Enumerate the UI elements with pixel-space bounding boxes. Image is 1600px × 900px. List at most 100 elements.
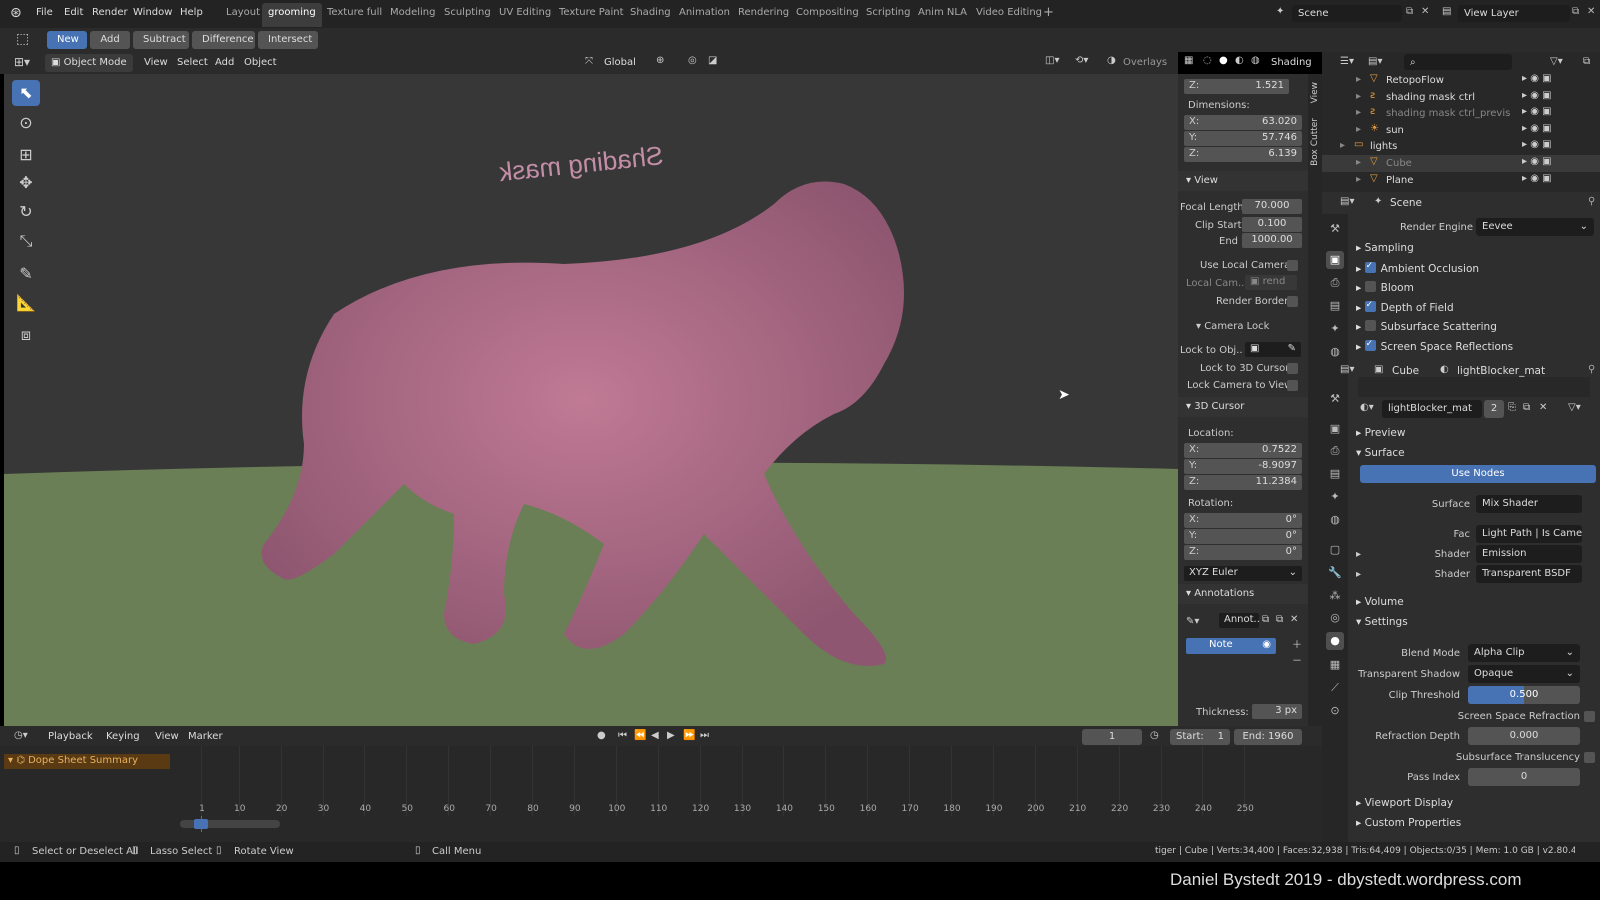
jump-start-icon[interactable]: ⏮ <box>618 730 627 741</box>
3d-viewport[interactable]: Shading mask <box>4 74 1178 726</box>
world-props-tab-icon[interactable]: ◍ <box>1326 343 1344 361</box>
cursor-rotation-y[interactable]: Y: 0° <box>1184 529 1302 544</box>
render-section[interactable]: ▸ Sampling <box>1356 242 1414 254</box>
focal-length-field[interactable]: 70.000 <box>1242 199 1302 214</box>
blend-mode-dropdown[interactable]: Alpha Clip ⌄ <box>1468 644 1580 662</box>
prev-keyframe-icon[interactable]: ⏪ <box>634 730 646 741</box>
section-enable-checkbox[interactable] <box>1364 320 1376 332</box>
outliner-row[interactable]: ▸ ƨ shading mask ctrl ▸ ◉ ▣ <box>1322 89 1600 106</box>
xray-icon[interactable]: ▦ <box>1184 55 1193 66</box>
boolean-add-button[interactable]: Add <box>90 31 130 49</box>
visibility-icon[interactable]: ◫▾ <box>1045 55 1059 66</box>
render-section[interactable]: ▸ Subsurface Scattering <box>1356 320 1497 333</box>
output-props-tab-icon[interactable]: ⎙ <box>1326 274 1344 292</box>
view-layer-field[interactable]: View Layer <box>1458 5 1570 22</box>
outliner-row[interactable]: ▸ ƨ shading mask ctrl_previs ▸ ◉ ▣ <box>1322 105 1600 122</box>
shader2-chevron-icon[interactable]: ▸ <box>1356 569 1361 580</box>
expand-chevron-icon[interactable]: ▸ <box>1356 91 1361 102</box>
delete-view-layer-icon[interactable]: ✕ <box>1587 6 1595 17</box>
tab-uv-editing[interactable]: UV Editing <box>499 7 551 18</box>
dimension-x-field[interactable]: X: 63.020 <box>1184 115 1302 130</box>
fake-user-icon[interactable]: ⎘ <box>1508 402 1516 413</box>
gizmo-icon[interactable]: ⟲▾ <box>1075 55 1088 66</box>
menu-keying[interactable]: Keying <box>106 731 140 742</box>
tab-texture-paint[interactable]: Texture Paint <box>559 7 624 18</box>
material-tab-icon[interactable]: ● <box>1326 632 1344 650</box>
note-layer-row[interactable]: Note ◉ <box>1186 638 1276 654</box>
outliner-row[interactable]: ▸ ☀ sun ▸ ◉ ▣ <box>1322 122 1600 139</box>
active-tool-icon[interactable]: ⬚ <box>16 31 29 47</box>
volume-section[interactable]: ▸ Volume <box>1356 596 1404 608</box>
expand-chevron-icon[interactable]: ▸ <box>1356 74 1361 85</box>
boolean-subtract-button[interactable]: Subtract <box>133 31 189 49</box>
material-pin-icon[interactable]: ⚲ <box>1588 364 1595 375</box>
boolean-intersect-button[interactable]: Intersect <box>258 31 318 49</box>
annotation-new-icon[interactable]: ⧉ <box>1262 614 1269 625</box>
tab-compositing[interactable]: Compositing <box>796 7 859 18</box>
menu-playback[interactable]: Playback <box>48 731 93 742</box>
data-tab-icon[interactable]: ⟋ <box>1326 679 1344 697</box>
shader1-field[interactable]: Emission <box>1476 545 1582 563</box>
physics-tab-icon[interactable]: ◎ <box>1326 609 1344 627</box>
render-engine-dropdown[interactable]: Eevee ⌄ <box>1476 218 1594 236</box>
3d-cursor-section-header[interactable]: ▾ 3D Cursor <box>1178 397 1308 417</box>
render-border-checkbox[interactable] <box>1287 296 1298 307</box>
tool-tab-2-icon[interactable]: ⚒ <box>1326 390 1344 408</box>
eyedropper-icon[interactable]: ✎ <box>1288 343 1296 354</box>
menu-view[interactable]: View <box>144 57 168 68</box>
scene-field[interactable]: Scene <box>1292 5 1402 22</box>
view-section-header[interactable]: ▾ View <box>1178 171 1308 191</box>
rendered-shading-icon[interactable]: ◍ <box>1251 55 1260 66</box>
dimension-y-field[interactable]: Y: 57.746 <box>1184 131 1302 146</box>
annotate-tool-icon[interactable]: ✎ <box>12 261 40 287</box>
object-tab-icon[interactable]: ▢ <box>1326 541 1344 559</box>
frame-start-field[interactable]: Start: 1 <box>1170 729 1230 745</box>
surface-shader-field[interactable]: Mix Shader <box>1476 495 1582 513</box>
restriction-toggles-icon[interactable]: ▸ ◉ ▣ <box>1522 123 1552 134</box>
transform-tool-icon[interactable]: ⊞ <box>12 142 40 168</box>
restriction-toggles-icon[interactable]: ▸ ◉ ▣ <box>1522 106 1552 117</box>
shader2-field[interactable]: Transparent BSDF <box>1476 565 1582 583</box>
tab-texture-full[interactable]: Texture full <box>327 7 382 18</box>
render-props-tab-icon[interactable]: ▣ <box>1326 251 1344 269</box>
clip-end-field[interactable]: 1000.00 <box>1242 233 1302 248</box>
move-tool-icon[interactable]: ✥ <box>12 170 40 196</box>
lock-camera-to-view-checkbox[interactable] <box>1287 380 1298 391</box>
cursor-location-y[interactable]: Y: -8.9097 <box>1184 459 1302 474</box>
restriction-toggles-icon[interactable]: ▸ ◉ ▣ <box>1522 73 1552 84</box>
annotations-section-header[interactable]: ▾ Annotations <box>1178 584 1308 604</box>
material-filter-icon[interactable]: ▽▾ <box>1568 402 1581 413</box>
section-enable-checkbox[interactable] <box>1364 261 1376 273</box>
jump-end-icon[interactable]: ⏭ <box>700 730 709 741</box>
timeline-area[interactable]: ▾ ⌬ Dope Sheet Summary 1 10 20 30 40 50 60 70 80… <box>0 746 1322 842</box>
custom-properties-section[interactable]: ▸ Custom Properties <box>1356 817 1461 829</box>
world-tab-2-icon[interactable]: ◍ <box>1326 511 1344 529</box>
view-layer-props-tab-icon[interactable]: ▤ <box>1326 297 1344 315</box>
viewport-display-section[interactable]: ▸ Viewport Display <box>1356 797 1453 809</box>
remove-layer-icon[interactable]: － <box>1292 652 1302 667</box>
unlink-material-icon[interactable]: ✕ <box>1539 402 1547 413</box>
menu-select[interactable]: Select <box>177 57 208 68</box>
menu-window[interactable]: Window <box>133 7 172 18</box>
expand-chevron-icon[interactable]: ▸ <box>1356 174 1361 185</box>
particles-tab-icon[interactable]: ⁂ <box>1326 587 1344 605</box>
shader1-chevron-icon[interactable]: ▸ <box>1356 549 1361 560</box>
tab-view[interactable]: View <box>1310 82 1322 103</box>
annotation-delete-icon[interactable]: ✕ <box>1290 614 1298 625</box>
fac-field[interactable]: Light Path | Is Camer.. <box>1476 525 1582 543</box>
timeline-editor-icon[interactable]: ◷▾ <box>14 730 28 741</box>
pin-icon[interactable]: ⚲ <box>1588 196 1595 207</box>
dope-sheet-summary-row[interactable]: ▾ ⌬ Dope Sheet Summary <box>4 754 170 769</box>
surface-section[interactable]: ▾ Surface <box>1356 447 1405 459</box>
pivot-icon[interactable]: ⊕ <box>656 55 664 66</box>
material-datablock-field[interactable]: lightBlocker_mat <box>1382 400 1482 418</box>
next-keyframe-icon[interactable]: ⏩ <box>683 730 695 741</box>
cursor-location-z[interactable]: Z: 11.2384 <box>1184 475 1302 490</box>
restriction-toggles-icon[interactable]: ▸ ◉ ▣ <box>1522 90 1552 101</box>
tab-animation[interactable]: Animation <box>679 7 730 18</box>
rotation-mode-dropdown[interactable]: XYZ Euler ⌄ <box>1184 566 1302 581</box>
cursor-location-x[interactable]: X: 0.7522 <box>1184 443 1302 458</box>
render-section[interactable]: ▸ Depth of Field <box>1356 300 1454 314</box>
solid-shading-icon[interactable]: ● <box>1219 55 1228 66</box>
snap-icon[interactable]: ◎ <box>688 55 697 66</box>
